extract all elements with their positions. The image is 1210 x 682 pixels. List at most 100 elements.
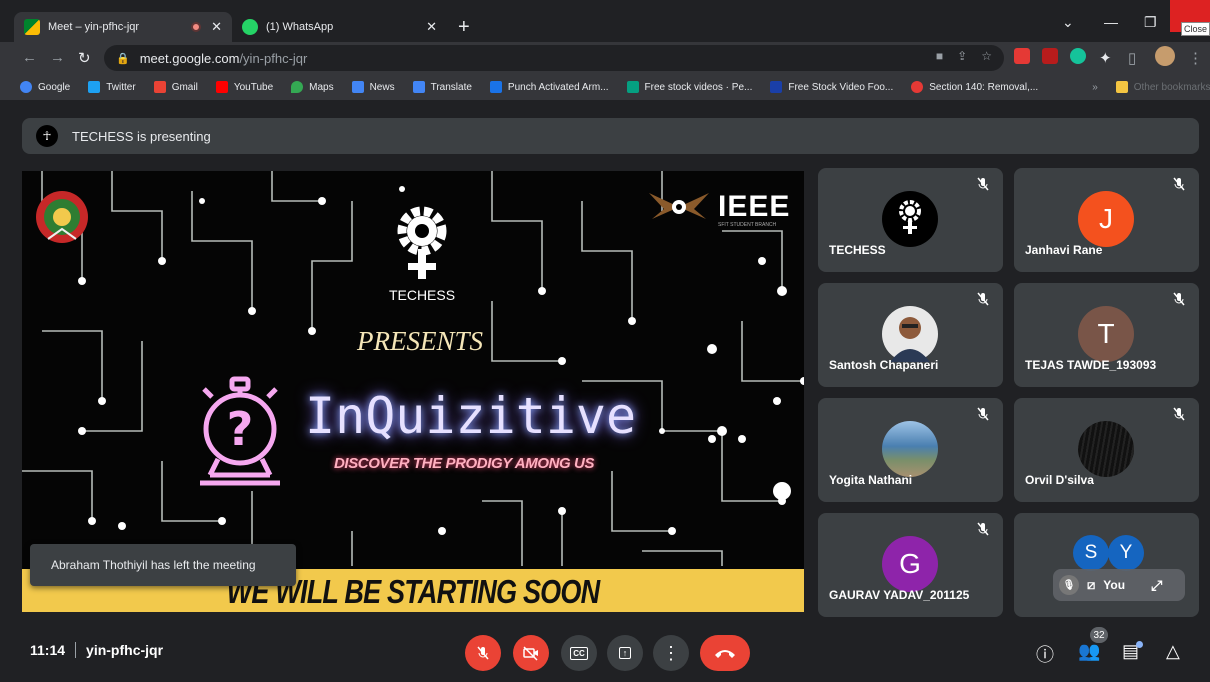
tab-meet[interactable]: Meet – yin-pfhc-jqr ✕ — [14, 12, 232, 42]
extension-icon[interactable] — [1014, 48, 1030, 64]
bookmark[interactable]: Gmail — [153, 81, 198, 93]
address-bar[interactable]: 🔒 meet.google.com /yin-pfhc-jqr ■ ⇪ ☆ — [104, 45, 1004, 71]
bookmark-label: Punch Activated Arm... — [507, 81, 609, 93]
more-options-button[interactable]: ⋮ — [653, 635, 689, 671]
bookmark[interactable]: Translate — [412, 81, 472, 93]
ieee-wings-icon — [649, 193, 709, 219]
forward-icon[interactable]: → — [50, 49, 65, 66]
bookmark-label: Other bookmarks — [1133, 81, 1210, 93]
bookmark[interactable]: YouTube — [215, 81, 274, 93]
present-screen-button[interactable]: ↑ — [607, 635, 643, 671]
whatsapp-favicon-icon — [242, 19, 258, 35]
bookmark-site-icon — [489, 81, 502, 93]
participant-tile[interactable]: TECHESS — [818, 168, 1003, 272]
mic-off-icon — [1173, 292, 1185, 306]
hang-up-icon — [715, 650, 735, 658]
camera-in-use-icon[interactable]: ■ — [936, 49, 943, 63]
bookmark-label: News — [369, 81, 395, 93]
ieee-logo: IEEE SFIT STUDENT BRANCH — [644, 189, 790, 228]
participant-tile[interactable]: Yogita Nathani — [818, 398, 1003, 502]
leave-call-button[interactable] — [700, 635, 750, 671]
bookmarks-bar: Google Twitter Gmail YouTube Maps News T… — [0, 74, 1210, 100]
share-icon[interactable]: ⇪ — [957, 49, 967, 63]
expand-icon[interactable]: ⤢ — [1151, 577, 1162, 594]
meeting-info: 11:14 yin-pfhc-jqr — [30, 642, 163, 658]
translate-icon — [412, 81, 425, 93]
new-tab-icon[interactable]: + — [458, 16, 470, 39]
camera-off-icon[interactable]: ⧄ — [1087, 577, 1095, 593]
presenter-avatar: ☥ — [36, 125, 58, 147]
other-bookmarks[interactable]: Other bookmarks — [1115, 81, 1210, 93]
bookmark[interactable]: Twitter — [88, 81, 136, 93]
self-avatar: S — [1073, 535, 1109, 571]
tab-close-icon[interactable]: ✕ — [426, 19, 437, 35]
tab-title: Meet – yin-pfhc-jqr — [48, 21, 140, 33]
tab-whatsapp[interactable]: (1) WhatsApp ✕ — [232, 12, 447, 42]
browser-toolbar: ← → ↻ 🔒 meet.google.com /yin-pfhc-jqr ■ … — [0, 42, 1210, 74]
bookmark[interactable]: Google — [20, 81, 70, 93]
participant-tile[interactable]: T TEJAS TAWDE_193093 — [1014, 283, 1199, 387]
twitter-icon — [88, 81, 101, 93]
back-icon[interactable]: ← — [22, 49, 37, 66]
close-tooltip: Close — [1180, 22, 1210, 36]
side-panel-icon[interactable]: ▯ — [1128, 49, 1136, 67]
presents-text: PRESENTS — [357, 326, 483, 356]
participant-tile[interactable]: Santosh Chapaneri — [818, 283, 1003, 387]
maximize-icon[interactable]: ❐ — [1144, 14, 1157, 31]
bookmark-label: YouTube — [233, 81, 274, 93]
tab-title: (1) WhatsApp — [266, 21, 334, 33]
participant-tile[interactable]: J Janhavi Rane — [1014, 168, 1199, 272]
microphone-toggle-button[interactable] — [465, 635, 501, 671]
browser-menu-icon[interactable]: ⋮ — [1188, 49, 1203, 67]
captions-icon: CC — [570, 646, 588, 660]
profile-avatar[interactable] — [1155, 46, 1175, 66]
self-avatar: Y — [1108, 535, 1144, 571]
camera-off-icon — [523, 646, 538, 661]
chat-unread-dot — [1136, 641, 1143, 648]
people-count-badge: 32 — [1090, 627, 1108, 643]
activities-icon[interactable]: △ — [1166, 641, 1180, 662]
folder-icon — [1115, 81, 1128, 93]
bookmark[interactable]: News — [351, 81, 395, 93]
you-label: You — [1103, 578, 1126, 592]
tab-search-icon[interactable]: ⌄ — [1062, 14, 1074, 31]
extension-icon[interactable] — [1042, 48, 1058, 64]
google-icon — [20, 81, 32, 93]
participant-photo — [882, 306, 938, 362]
bookmark[interactable]: Free Stock Video Foo... — [770, 81, 893, 93]
bookmarks-overflow-icon[interactable]: » — [1092, 82, 1098, 93]
participant-photo — [882, 421, 938, 477]
camera-toggle-button[interactable] — [513, 635, 549, 671]
bookmark-label: Gmail — [171, 81, 198, 93]
grammarly-icon[interactable] — [1070, 48, 1086, 64]
tab-close-icon[interactable]: ✕ — [211, 19, 222, 35]
mic-off-icon — [477, 646, 489, 660]
bookmark[interactable]: Free stock videos · Pe... — [626, 81, 752, 93]
bookmark[interactable]: Punch Activated Arm... — [489, 81, 609, 93]
minimize-icon[interactable]: — — [1104, 14, 1118, 30]
videvo-icon — [770, 81, 783, 93]
captions-button[interactable]: CC — [561, 635, 597, 671]
college-logo-icon — [36, 191, 88, 243]
present-icon: ↑ — [618, 647, 632, 659]
bookmark-label: Twitter — [106, 81, 136, 93]
mic-off-icon[interactable]: 🎙 — [1059, 575, 1079, 595]
more-vert-icon: ⋮ — [662, 642, 680, 663]
participant-tile[interactable]: G GAURAV YADAV_201125 — [818, 513, 1003, 617]
mic-off-icon — [977, 407, 989, 421]
bookmark-star-icon[interactable]: ☆ — [981, 49, 992, 63]
meeting-time: 11:14 — [30, 642, 66, 658]
mic-off-icon — [977, 177, 989, 191]
participant-avatar: J — [1078, 191, 1134, 247]
self-view-tile[interactable]: S Y 🎙 ⧄ You ⤢ — [1014, 513, 1199, 617]
people-icon[interactable]: 👥 — [1078, 641, 1100, 662]
recording-indicator-icon — [191, 22, 202, 32]
omnibox-actions: ■ ⇪ ☆ — [936, 49, 992, 63]
participant-name: Santosh Chapaneri — [829, 358, 939, 372]
bookmark[interactable]: Maps — [291, 81, 334, 93]
meeting-details-icon[interactable]: ⓘ — [1036, 641, 1054, 667]
reload-icon[interactable]: ↻ — [78, 49, 91, 67]
extensions-puzzle-icon[interactable]: ✦ — [1099, 49, 1112, 67]
participant-tile[interactable]: Orvil D'silva — [1014, 398, 1199, 502]
bookmark[interactable]: Section 140: Removal,... — [911, 81, 1038, 93]
